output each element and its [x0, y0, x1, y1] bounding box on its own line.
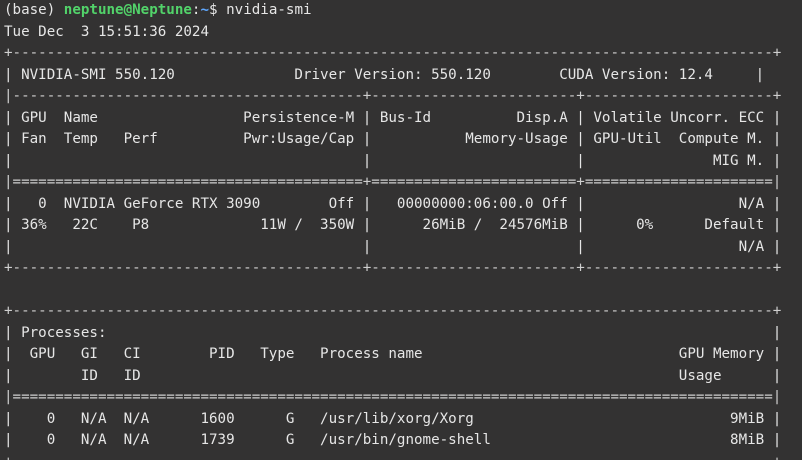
gpu-header-row-1: | GPU Name Persistence-M | Bus-Id Disp.A… [4, 109, 782, 126]
prompt-user-host: neptune@Neptune [63, 2, 192, 18]
terminal-window[interactable]: (base) neptune@Neptune:~$ nvidia-smi Tue… [0, 0, 802, 460]
command-text: nvidia-smi [226, 2, 312, 18]
process-row-gnome-shell: | 0 N/A N/A 1739 G /usr/bin/gnome-shell … [4, 432, 782, 448]
gpu-row-2: | 36% 22C P8 11W / 350W | 26MiB / 24576M… [4, 217, 782, 233]
gpu-row-3: | | | N/A | [4, 238, 782, 255]
command-prompt-line: (base) neptune@Neptune:~$ nvidia-smi [4, 0, 802, 22]
prompt-symbol: $ [209, 2, 227, 18]
process-header-row-1: | GPU GI CI PID Type Process name GPU Me… [4, 346, 782, 362]
gpu-header-separator: |=======================================… [4, 174, 782, 190]
prompt-path: ~ [200, 2, 210, 18]
table-border-top: +---------------------------------------… [4, 45, 782, 61]
process-header-separator: |=======================================… [4, 389, 782, 405]
processes-title: | Processes: | [4, 324, 782, 341]
timestamp-line: Tue Dec 3 15:51:36 2024 [4, 23, 209, 40]
gpu-table-border-bottom: +---------------------------------------… [4, 260, 782, 276]
conda-env-label: (base) [4, 2, 64, 18]
table-divider: |---------------------------------------… [4, 88, 782, 104]
version-header-line: | NVIDIA-SMI 550.120 Driver Version: 550… [4, 66, 765, 83]
process-row-xorg: | 0 N/A N/A 1600 G /usr/lib/xorg/Xorg 9M… [4, 410, 782, 427]
process-table-border-bottom: +---------------------------------------… [4, 452, 802, 460]
gpu-row-1: | 0 NVIDIA GeForce RTX 3090 Off | 000000… [4, 195, 782, 212]
gpu-header-row-3: | | | MIG M. | [4, 152, 782, 169]
gpu-header-row-2: | Fan Temp Perf Pwr:Usage/Cap | Memory-U… [4, 131, 782, 147]
process-table-border-top: +---------------------------------------… [4, 303, 782, 319]
process-header-row-2: | ID ID Usage | [4, 367, 782, 384]
